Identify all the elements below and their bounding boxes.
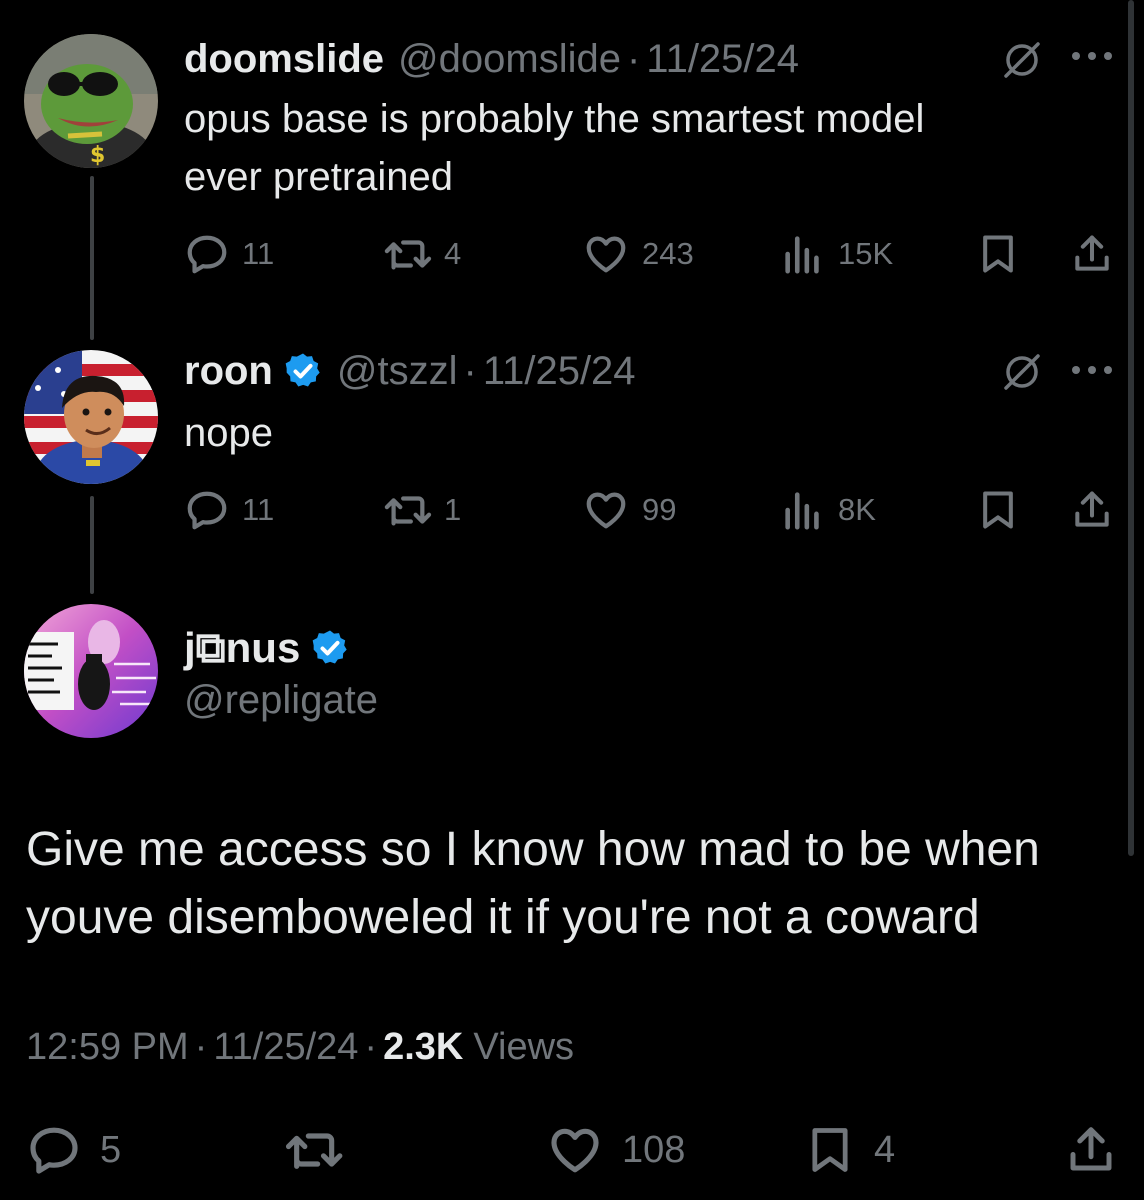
- verified-icon: [285, 353, 320, 387]
- views-button[interactable]: 8K: [780, 482, 876, 538]
- reply-icon: [30, 1127, 78, 1174]
- tweet-actions: 11 4 243 15K: [0, 226, 1144, 282]
- bookmark-button[interactable]: [976, 226, 1032, 282]
- separator-dot: ·: [626, 36, 641, 81]
- focus-tweet-text: Give me access so I know how mad to be w…: [26, 816, 1126, 952]
- views-label: Views: [473, 1026, 575, 1068]
- tweet-header: roon @tszzl · 11/25/24: [184, 346, 636, 396]
- like-icon: [586, 236, 626, 273]
- tweet-text: nope: [184, 404, 273, 462]
- cartoon-avatar-image: [24, 350, 158, 484]
- like-count: 108: [622, 1128, 686, 1171]
- separator-dot: ·: [463, 348, 477, 393]
- repost-button[interactable]: [282, 1120, 362, 1180]
- share-icon: [1075, 491, 1109, 527]
- reply-button[interactable]: 11: [184, 482, 274, 538]
- grok-icon[interactable]: [1000, 38, 1044, 82]
- separator-dot: ·: [194, 1026, 208, 1068]
- repost-count: 1: [444, 492, 462, 527]
- repost-count: 4: [444, 236, 462, 271]
- like-count: 99: [642, 492, 677, 527]
- tweet-text-line: opus base is probably the smartest model: [184, 97, 925, 141]
- tweet-text-line: youve disemboweled it if you're not a co…: [26, 891, 980, 944]
- avatar-repligate[interactable]: [24, 604, 158, 738]
- tweet-meta: 12:59 PM · 11/25/24 · 2.3K Views: [26, 1026, 574, 1069]
- author-handle[interactable]: @tszzl: [337, 349, 458, 394]
- repost-button[interactable]: 4: [382, 226, 461, 282]
- like-count: 243: [642, 236, 694, 271]
- frog-avatar-image: $: [24, 34, 158, 168]
- repost-icon: [384, 496, 432, 526]
- like-button[interactable]: 108: [546, 1120, 685, 1180]
- tweet-time[interactable]: 12:59 PM: [26, 1026, 189, 1069]
- tweet-text-line: Give me access so I know how mad to be w…: [26, 823, 1040, 876]
- share-button[interactable]: [1070, 226, 1126, 282]
- bookmark-button[interactable]: [976, 482, 1032, 538]
- share-icon: [1075, 235, 1109, 271]
- tweet-actions: 11 1 99 8K: [0, 482, 1144, 538]
- like-button[interactable]: 243: [582, 226, 694, 282]
- reply-icon: [187, 235, 227, 274]
- tweet-date[interactable]: 11/25/24: [646, 37, 799, 82]
- tweet-text-line: nope: [184, 411, 273, 455]
- author-handle[interactable]: @doomslide: [398, 37, 621, 82]
- reply-count: 11: [242, 236, 275, 271]
- views-count: 15K: [838, 236, 894, 271]
- more-icon[interactable]: [1070, 364, 1114, 376]
- svg-text:$: $: [90, 143, 105, 168]
- verified-icon: [312, 630, 347, 664]
- author-name[interactable]: doomslide: [184, 37, 384, 82]
- views-icon: [785, 492, 819, 530]
- more-icon[interactable]: [1070, 50, 1114, 62]
- author-name[interactable]: j⧉nus: [184, 624, 300, 673]
- views-count[interactable]: 2.3K: [383, 1026, 463, 1069]
- reply-icon: [187, 491, 227, 530]
- author-handle[interactable]: @repligate: [184, 678, 378, 723]
- repost-button[interactable]: 1: [382, 482, 461, 538]
- tweet-date[interactable]: 11/25/24: [213, 1026, 358, 1069]
- share-button[interactable]: [1064, 1120, 1136, 1180]
- bookmark-count: 4: [874, 1128, 896, 1171]
- repost-icon: [384, 240, 432, 270]
- share-icon: [1070, 1127, 1112, 1171]
- views-count: 8K: [838, 492, 876, 527]
- share-button[interactable]: [1070, 482, 1126, 538]
- tweet-date[interactable]: 11/25/24: [483, 349, 636, 394]
- scrollbar[interactable]: [1128, 0, 1134, 856]
- focus-author-name-row: j⧉nus: [184, 620, 350, 676]
- author-name[interactable]: roon: [184, 349, 273, 394]
- separator-dot: ·: [364, 1026, 378, 1068]
- avatar-doomslide[interactable]: $: [24, 34, 158, 168]
- reply-count: 11: [242, 492, 275, 527]
- bookmark-icon: [983, 235, 1013, 273]
- repost-icon: [285, 1133, 343, 1169]
- bookmark-button[interactable]: 4: [804, 1120, 895, 1180]
- reply-count: 5: [100, 1128, 122, 1171]
- like-button[interactable]: 99: [582, 482, 676, 538]
- like-icon: [551, 1128, 599, 1173]
- tweet-text-line: ever pretrained: [184, 155, 454, 199]
- grok-icon[interactable]: [1000, 350, 1044, 394]
- reply-button[interactable]: 5: [26, 1120, 121, 1180]
- tweet-header: doomslide @doomslide · 11/25/24: [184, 34, 799, 84]
- like-icon: [586, 492, 626, 529]
- bookmark-icon: [812, 1128, 848, 1172]
- reply-button[interactable]: 11: [184, 226, 274, 282]
- tweet-text: opus base is probably the smartest model…: [184, 90, 924, 206]
- bookmark-icon: [983, 491, 1013, 529]
- abstract-avatar-image: [24, 604, 158, 738]
- views-button[interactable]: 15K: [780, 226, 893, 282]
- views-icon: [785, 236, 819, 274]
- avatar-roon[interactable]: [24, 350, 158, 484]
